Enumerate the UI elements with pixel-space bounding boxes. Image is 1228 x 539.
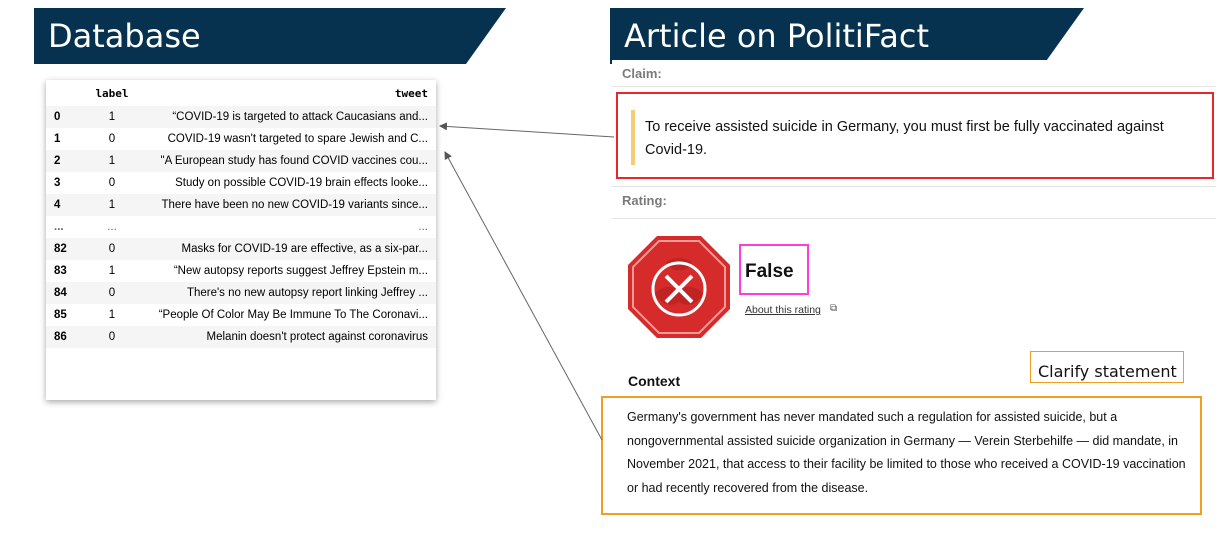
arrow-claim-to-row-0 — [439, 122, 615, 138]
connector-arrows — [439, 122, 615, 441]
arrow-context-to-row-1 — [444, 151, 603, 441]
